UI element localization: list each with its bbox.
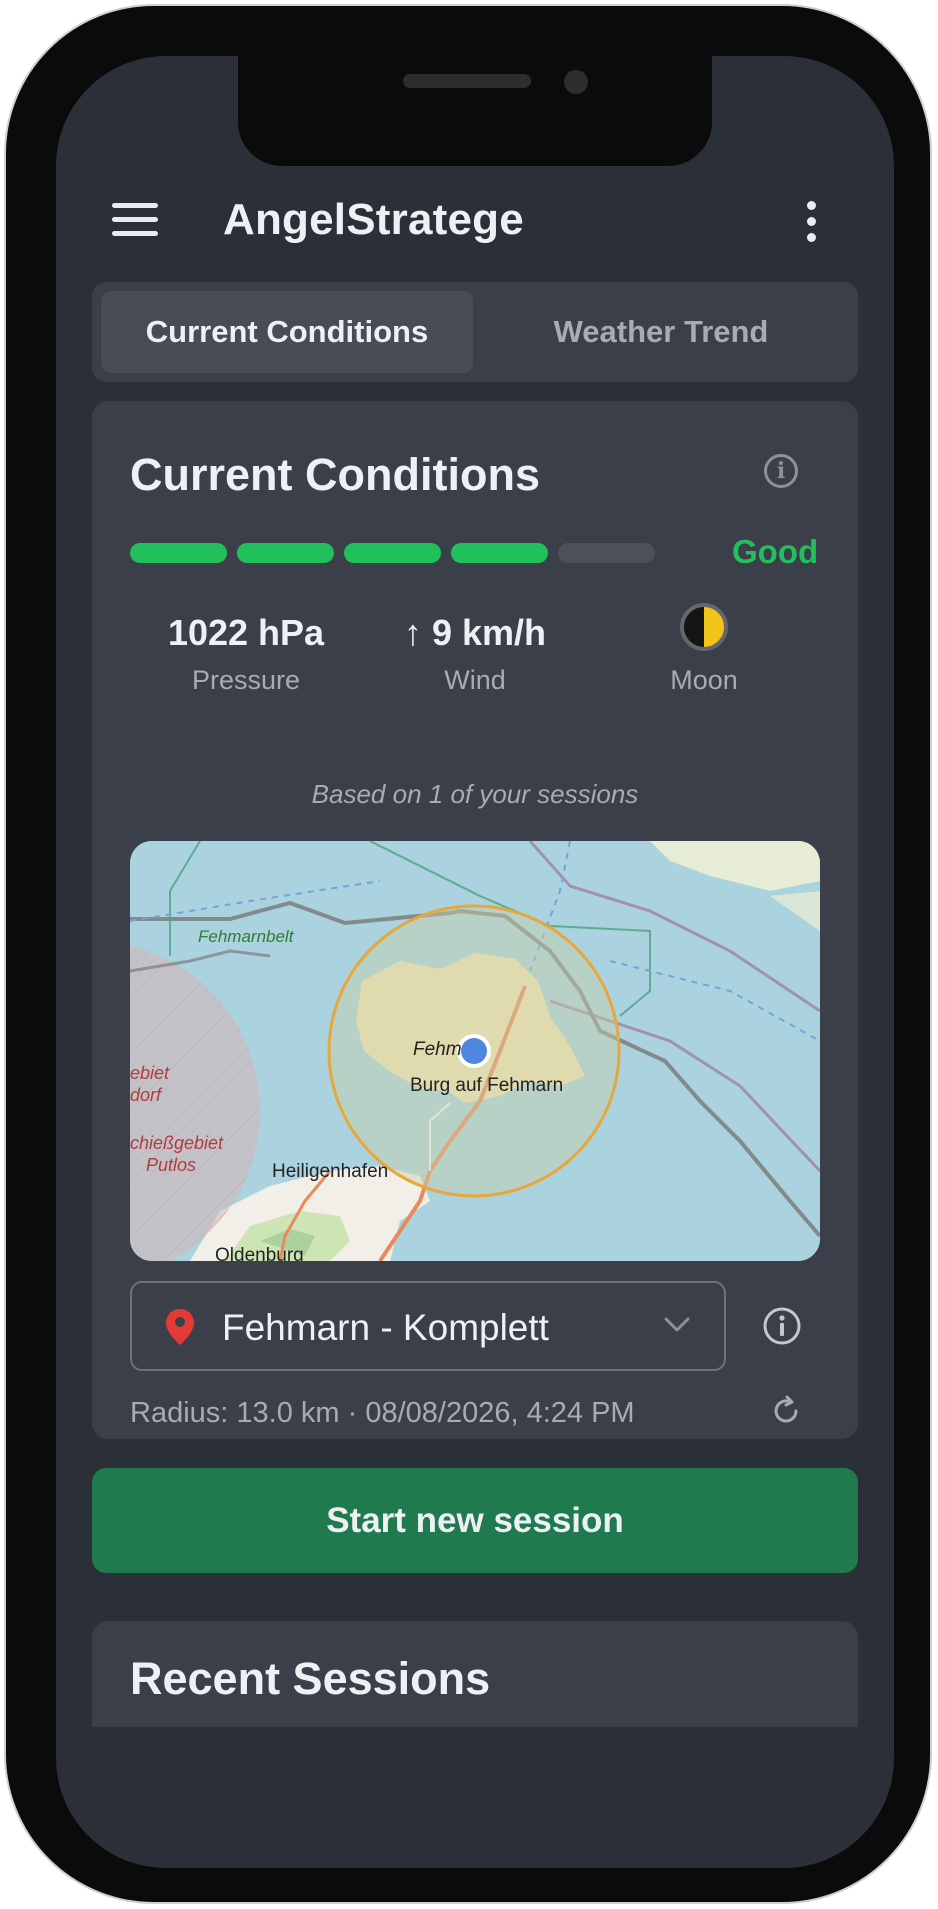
- notch: [238, 56, 712, 166]
- front-camera: [564, 70, 588, 94]
- wind-stat: ↑ 9 km/h Wind: [360, 609, 590, 696]
- location-name: Fehmarn - Komplett: [222, 1307, 549, 1348]
- tab-weather-trend[interactable]: Weather Trend: [475, 291, 847, 373]
- map-tiles: [130, 841, 820, 1261]
- map-label-heiligenhafen: Heiligenhafen: [272, 1161, 389, 1182]
- rating-segment: [344, 543, 441, 563]
- menu-icon[interactable]: [112, 203, 158, 237]
- wind-value: 9 km/h: [431, 612, 547, 653]
- map-label-fehmarnbelt: Fehmarnbelt: [198, 927, 294, 946]
- app-screen: AngelStratege Current Conditions Weather…: [56, 56, 894, 1868]
- phone-frame: AngelStratege Current Conditions Weather…: [4, 4, 932, 1904]
- wind-label: Wind: [444, 665, 506, 695]
- location-select[interactable]: Fehmarn - Komplett: [130, 1281, 726, 1371]
- more-options-icon[interactable]: [801, 201, 821, 245]
- based-on-note: Based on 1 of your sessions: [311, 779, 639, 809]
- moon-phase-icon: [680, 603, 728, 651]
- pressure-label: Pressure: [191, 665, 301, 695]
- map-label-dorf: dorf: [130, 1085, 162, 1105]
- pressure-value: 1022 hPa: [167, 612, 325, 653]
- tab-bar: Current Conditions Weather Trend: [92, 282, 858, 382]
- moon-stat: Moon: [589, 603, 819, 696]
- wind-direction-icon: ↑: [403, 612, 422, 653]
- map-label-oldenburg: Oldenburg: [215, 1245, 304, 1261]
- rating-segment: [451, 543, 548, 563]
- moon-label: Moon: [670, 665, 738, 695]
- rating-label: Good: [732, 533, 819, 570]
- conditions-info-icon[interactable]: i: [764, 454, 798, 488]
- map-label-fehm: Fehm: [413, 1039, 462, 1060]
- speaker: [403, 74, 531, 88]
- location-pin-icon: [166, 1309, 194, 1345]
- map-label-burg: Burg auf Fehmarn: [410, 1075, 564, 1096]
- rating-bar: [130, 543, 710, 563]
- rating-segment: [558, 543, 655, 563]
- app-title: AngelStratege: [223, 195, 524, 244]
- location-map[interactable]: Fehmarnbelt Fehm Burg auf Fehmarn Heilig…: [130, 841, 820, 1261]
- map-label-schiessgebiet: chießgebiet: [130, 1133, 224, 1153]
- conditions-card: Current Conditions i Good 1022 hPa Press…: [92, 401, 858, 1439]
- app-bar: AngelStratege: [56, 171, 894, 271]
- rating-segment: [237, 543, 334, 563]
- conditions-title: Current Conditions: [130, 449, 540, 500]
- recent-sessions-title: Recent Sessions: [130, 1653, 491, 1704]
- tab-current-conditions[interactable]: Current Conditions: [101, 291, 473, 373]
- wind-value-row: ↑ 9 km/h: [360, 609, 590, 657]
- map-label-putlos: Putlos: [146, 1155, 197, 1175]
- location-info-icon[interactable]: [762, 1306, 802, 1346]
- refresh-icon[interactable]: [768, 1393, 804, 1429]
- pressure-stat: 1022 hPa Pressure: [131, 609, 361, 696]
- location-meta: Radius: 13.0 km · 08/08/2026, 4:24 PM: [130, 1397, 635, 1429]
- recent-sessions-card: Recent Sessions: [92, 1621, 858, 1727]
- map-label-gebiet: ebiet: [130, 1063, 170, 1083]
- chevron-down-icon: [664, 1317, 690, 1332]
- start-session-button[interactable]: Start new session: [92, 1468, 858, 1573]
- rating-segment: [130, 543, 227, 563]
